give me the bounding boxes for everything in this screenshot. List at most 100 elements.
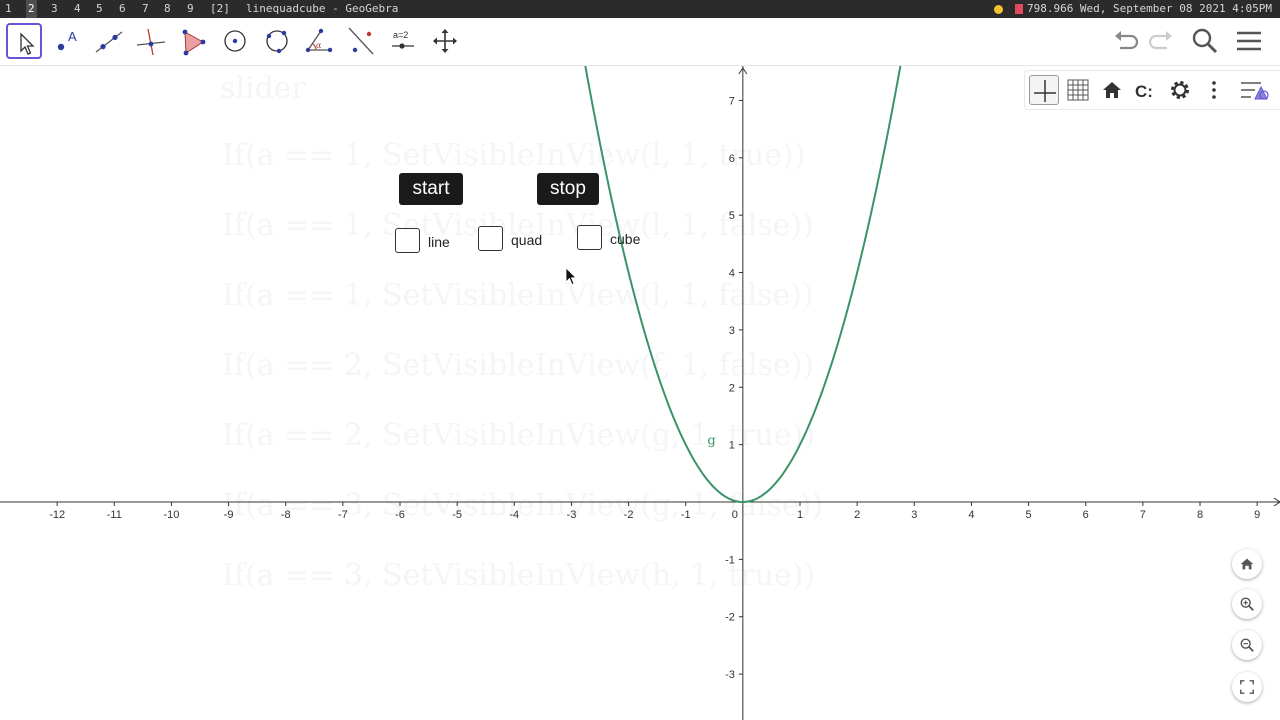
- line-icon: [95, 31, 123, 53]
- circle-with-center-icon: [224, 30, 246, 52]
- fullscreen-button[interactable]: [1232, 672, 1262, 702]
- home-icon: [1103, 82, 1121, 98]
- workspace-indicator[interactable]: 5: [94, 0, 105, 18]
- y-tick-label: -2: [725, 612, 735, 624]
- toggle-style-bar-button[interactable]: [1237, 75, 1269, 105]
- zoom-in-button[interactable]: [1232, 589, 1262, 619]
- graphics-view[interactable]: slider If(a == 1, SetVisibleInView(l, 1,…: [0, 66, 1280, 720]
- x-tick-label: -8: [281, 509, 291, 521]
- svg-text:a=2: a=2: [393, 30, 408, 40]
- angle-tool-button[interactable]: α: [301, 23, 337, 59]
- y-tick-label: 6: [729, 153, 735, 165]
- undo-button[interactable]: [1110, 24, 1142, 58]
- perpendicular-line-icon: [136, 28, 166, 56]
- window-title: linequadcube - GeoGebra: [246, 2, 399, 15]
- x-tick-label: -3: [567, 509, 577, 521]
- curve-label-g: g: [707, 434, 715, 449]
- standard-view-zoom-button[interactable]: [1232, 549, 1262, 579]
- line-checkbox-label: line: [428, 234, 450, 250]
- quad-checkbox[interactable]: [478, 226, 503, 251]
- y-tick-label: 4: [729, 268, 735, 280]
- redo-button[interactable]: [1145, 24, 1177, 58]
- point-icon: A: [57, 29, 77, 51]
- line-tool-button[interactable]: [91, 23, 127, 59]
- workspace-indicator[interactable]: 7: [140, 0, 151, 18]
- move-cross-arrows-icon: [433, 29, 457, 53]
- line-checkbox[interactable]: [395, 228, 420, 253]
- x-tick-label: -9: [224, 509, 234, 521]
- circle-three-points-tool-button[interactable]: [259, 23, 295, 59]
- x-tick-label: 0: [732, 509, 738, 521]
- mouse-cursor-icon: [565, 267, 577, 286]
- grid-toggle-button[interactable]: [1063, 75, 1093, 105]
- x-tick-label: -1: [681, 509, 691, 521]
- geogebra-toolbar: A α a=2: [0, 18, 1280, 66]
- vertical-dots-icon: [1212, 81, 1216, 99]
- move-tool-button[interactable]: [6, 23, 42, 59]
- polygon-icon: [182, 29, 206, 56]
- undo-icon: [1115, 31, 1139, 50]
- x-tick-label: -2: [624, 509, 634, 521]
- graphics-settings-button[interactable]: [1165, 75, 1195, 105]
- style-bar-toggle-icon: [1241, 82, 1269, 100]
- workspace-indicator[interactable]: 2: [26, 0, 37, 18]
- cube-checkbox[interactable]: [577, 225, 602, 250]
- standard-view-button[interactable]: [1097, 75, 1127, 105]
- polygon-tool-button[interactable]: [175, 23, 211, 59]
- zoom-out-button[interactable]: [1232, 630, 1262, 660]
- workspace-indicator[interactable]: 9: [185, 0, 196, 18]
- move-arrow-icon: [20, 32, 35, 55]
- svg-text:C:: C:: [1135, 82, 1153, 101]
- x-tick-label: 8: [1197, 509, 1203, 521]
- axes-icon: [1034, 80, 1056, 102]
- reflect-tool-button[interactable]: [343, 23, 379, 59]
- x-tick-label: 9: [1254, 509, 1260, 521]
- search-button[interactable]: [1189, 24, 1221, 58]
- slider-icon: a=2: [392, 30, 414, 49]
- status-text: 798.966 Wed, September 08 2021 4:05PM: [1026, 2, 1272, 15]
- x-tick-label: 4: [968, 509, 974, 521]
- main-menu-button[interactable]: [1233, 24, 1265, 58]
- workspace-indicator[interactable]: 6: [117, 0, 128, 18]
- coordinate-plane[interactable]: -12 -11 -10 -9 -8 -7 -6 -5 -4 -3 -2 -1 0 1 2 3 4 5 6 7 8 9765…: [0, 66, 1280, 720]
- x-tick-label: -12: [49, 509, 65, 521]
- circle-center-tool-button[interactable]: [217, 23, 253, 59]
- workspace-indicator[interactable]: 3: [49, 0, 60, 18]
- x-tick-label: 5: [1026, 509, 1032, 521]
- x-tick-label: 1: [797, 509, 803, 521]
- workspace-indicator[interactable]: 1: [3, 0, 14, 18]
- axes-toggle-button[interactable]: [1029, 75, 1059, 105]
- gear-icon: [1171, 81, 1189, 99]
- magnet-icon: C:: [1135, 82, 1153, 101]
- quad-checkbox-label: quad: [511, 232, 543, 248]
- reflect-about-line-icon: [348, 27, 374, 55]
- y-tick-label: 2: [729, 382, 735, 394]
- y-tick-label: -3: [725, 669, 735, 681]
- x-tick-label: 7: [1140, 509, 1146, 521]
- perpendicular-tool-button[interactable]: [133, 23, 169, 59]
- point-tool-button[interactable]: A: [49, 23, 85, 59]
- move-graphics-view-tool-button[interactable]: [427, 23, 463, 59]
- start-button[interactable]: start: [399, 173, 463, 205]
- weather-icon: [993, 4, 1003, 14]
- y-tick-label: 1: [729, 440, 735, 452]
- workspace-indicator[interactable]: 8: [162, 0, 173, 18]
- x-tick-label: -6: [395, 509, 405, 521]
- zoom-in-icon: [1240, 597, 1254, 611]
- cube-checkbox-label: cube: [610, 231, 641, 247]
- workspace-indicator[interactable]: 4: [72, 0, 83, 18]
- more-options-button[interactable]: [1199, 75, 1229, 105]
- workspace-indicator[interactable]: [2]: [208, 0, 232, 18]
- y-tick-label: 7: [729, 95, 735, 107]
- fullscreen-icon: [1240, 680, 1254, 694]
- slider-tool-button[interactable]: a=2: [385, 23, 421, 59]
- system-taskbar: 1 2 3 4 5 6 7 8 9 [2] linequadcube - GeoGebra 798…: [0, 0, 1280, 18]
- system-tray: 798.966 Wed, September 08 2021 4:05PM: [993, 0, 1272, 18]
- y-tick-label: 3: [729, 325, 735, 337]
- x-tick-label: -11: [107, 509, 122, 521]
- x-tick-label: -7: [338, 509, 348, 521]
- stop-button[interactable]: stop: [537, 173, 599, 205]
- point-capture-button[interactable]: C:: [1131, 75, 1161, 105]
- graphics-style-bar: C:: [1024, 70, 1280, 110]
- circle-three-points-icon: [266, 30, 288, 54]
